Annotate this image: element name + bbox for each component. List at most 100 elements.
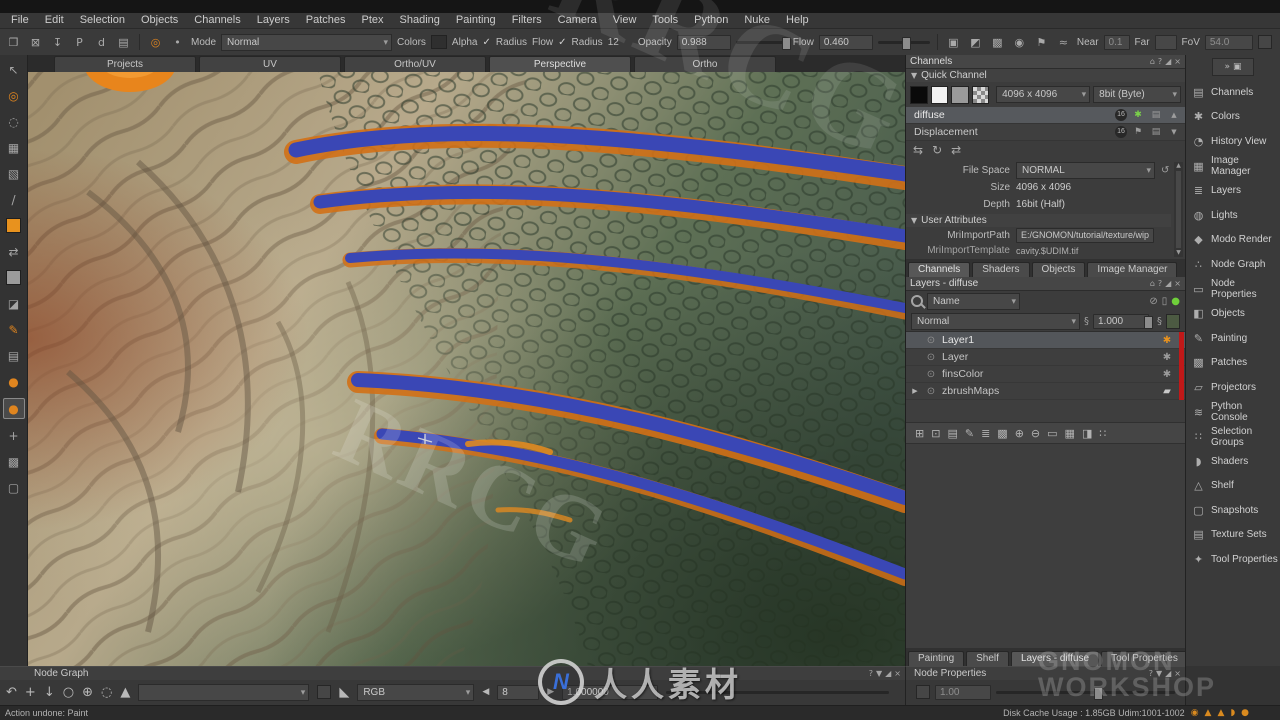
paint-through-tool-icon[interactable]: ▤ xyxy=(4,346,24,365)
buffer-scale-field[interactable] xyxy=(562,684,659,700)
dock-tab-image-manager[interactable]: Image Manager xyxy=(1087,262,1178,277)
visibility-eye-icon[interactable]: ⊙ xyxy=(924,335,938,346)
menu-ptex[interactable]: Ptex xyxy=(354,13,392,28)
panel-close-icon[interactable]: × xyxy=(894,669,901,678)
menu-nuke[interactable]: Nuke xyxy=(736,13,778,28)
rotate-buffer-icon[interactable]: ○ xyxy=(63,685,74,700)
paint-mode-icon[interactable]: d xyxy=(93,34,110,51)
reset-file-space-icon[interactable]: ↺ xyxy=(1161,165,1169,176)
sidebar-item-snapshots[interactable]: ▢ Snapshots xyxy=(1186,498,1280,523)
clear-buffer-icon[interactable]: ◌ xyxy=(101,685,112,700)
swap-channel-icon[interactable]: ⇄ xyxy=(951,143,961,157)
opacity-field[interactable] xyxy=(676,34,731,50)
dock-tab-painting[interactable]: Painting xyxy=(908,651,965,666)
sidebar-item-shaders[interactable]: ◗ Shaders xyxy=(1186,449,1280,474)
node-property-expand-button[interactable] xyxy=(916,685,930,700)
reset-amount-icon[interactable]: § xyxy=(1157,316,1162,327)
panel-detach-icon[interactable]: ◢ xyxy=(1165,57,1171,66)
layer-row-layer[interactable]: ⊙ Layer ✱ xyxy=(906,349,1185,366)
visibility-eye-icon[interactable]: ⊙ xyxy=(924,369,938,380)
sidebar-item-colors[interactable]: ✱ Colors xyxy=(1186,105,1280,130)
panel-close-icon[interactable]: × xyxy=(1174,279,1181,288)
fov-field[interactable] xyxy=(1204,34,1253,50)
menu-layers[interactable]: Layers xyxy=(249,13,298,28)
zoom-target-tool-icon[interactable]: ◎ xyxy=(4,86,24,105)
panel-home-icon[interactable]: ⌂ xyxy=(1150,279,1155,288)
layer-row-zbrushmaps[interactable]: ▶ ⊙ zbrushMaps ▰ xyxy=(906,383,1185,400)
channel-layers-icon[interactable]: ▤ xyxy=(1149,127,1163,137)
brush-tip-icon[interactable]: ● xyxy=(4,372,24,391)
previous-udim-icon[interactable]: ◀ xyxy=(482,687,489,697)
expand-arrow-icon[interactable]: ▶ xyxy=(910,387,920,395)
panel-help-icon[interactable]: ? xyxy=(1158,57,1162,66)
panel-help-icon[interactable]: ? xyxy=(1149,669,1153,678)
flow-field[interactable] xyxy=(818,34,873,50)
panel-detach-icon[interactable]: ◢ xyxy=(885,669,891,678)
swap-colors-icon[interactable]: ⇄ xyxy=(4,242,24,261)
paint-brush-tool-icon[interactable]: ✎ xyxy=(4,320,24,339)
quick-channel-section[interactable]: ▼ Quick Channel xyxy=(906,69,1185,82)
undo-icon[interactable]: ↶ xyxy=(6,685,17,700)
active-paint-tool-icon[interactable]: ● xyxy=(2,398,25,419)
shader-ball-icon[interactable]: ◉ xyxy=(1011,34,1028,51)
next-udim-icon[interactable]: ▶ xyxy=(547,687,554,697)
paint-through-mode-icon[interactable]: ◣ xyxy=(339,685,349,700)
panel-collapse-icon[interactable]: ▼ xyxy=(876,669,882,678)
buffer-scale-slider[interactable] xyxy=(666,690,889,694)
ptex-tool-icon[interactable]: P xyxy=(71,34,88,51)
layer-row-layer1[interactable]: ⊙ Layer1 ✱ xyxy=(906,332,1185,349)
sidebar-item-tool-properties[interactable]: ✦ Tool Properties xyxy=(1186,547,1280,572)
lasso-select-tool-icon[interactable]: ▧ xyxy=(4,164,24,183)
flatten-layer-icon[interactable]: ▭ xyxy=(1047,427,1057,440)
channel-layers-icon[interactable]: ▤ xyxy=(1149,110,1163,120)
sidebar-item-layers[interactable]: ≣ Layers xyxy=(1186,178,1280,203)
filter-column-icon[interactable]: ▯ xyxy=(1162,296,1168,307)
add-mask-icon[interactable]: ▩ xyxy=(997,427,1007,440)
tab-perspective[interactable]: Perspective xyxy=(489,56,631,72)
merge-layers-icon[interactable]: ≣ xyxy=(981,427,990,440)
sidebar-item-shelf[interactable]: △ Shelf xyxy=(1186,474,1280,499)
pin-sidebar-icon[interactable]: ▣ xyxy=(1233,62,1242,72)
sync-channel-icon[interactable]: ↻ xyxy=(932,143,942,157)
paint-blending-dropdown[interactable] xyxy=(138,683,310,701)
menu-shading[interactable]: Shading xyxy=(392,13,448,28)
tab-uv[interactable]: UV xyxy=(199,56,341,72)
sidebar-item-projectors[interactable]: ▱ Projectors xyxy=(1186,375,1280,400)
filter-by-dropdown[interactable]: Name xyxy=(927,292,1020,310)
paint-target-icon[interactable]: ✱ xyxy=(1159,335,1175,346)
sidebar-item-python-console[interactable]: ≋ Python Console xyxy=(1186,400,1280,425)
dock-tab-tool-properties[interactable]: Tool Properties xyxy=(1101,651,1188,666)
channel-row-displacement[interactable]: Displacement 16 ⚑ ▤ ▼ xyxy=(906,124,1185,141)
scroll-down-icon[interactable]: ▼ xyxy=(1176,249,1181,257)
visibility-eye-icon[interactable]: ⊙ xyxy=(924,352,938,363)
sidebar-item-selection-groups[interactable]: ∷ Selection Groups xyxy=(1186,424,1280,449)
add-adjustment-layer-icon[interactable]: ⊡ xyxy=(931,427,940,440)
select-tool-icon[interactable]: ↖ xyxy=(4,60,24,79)
channel-cached-icon[interactable]: ✱ xyxy=(1131,110,1145,120)
transparent-swatch[interactable] xyxy=(971,85,990,104)
tab-ortho[interactable]: Ortho xyxy=(634,56,776,72)
dock-tab-shelf[interactable]: Shelf xyxy=(966,651,1009,666)
transfer-channel-icon[interactable]: ⇆ xyxy=(913,143,923,157)
panel-collapse-icon[interactable]: ▼ xyxy=(1156,669,1162,678)
menu-tools[interactable]: Tools xyxy=(644,13,686,28)
scroll-up-icon[interactable]: ▲ xyxy=(1167,111,1181,119)
node-value-field[interactable] xyxy=(935,684,991,700)
flow-slider[interactable] xyxy=(877,36,930,50)
sidebar-item-image-manager[interactable]: ▦ Image Manager xyxy=(1186,154,1280,179)
new-project-icon[interactable]: ❐ xyxy=(5,34,22,51)
menu-view[interactable]: View xyxy=(605,13,645,28)
save-project-icon[interactable]: ↧ xyxy=(49,34,66,51)
tab-ortho-uv[interactable]: Ortho/UV xyxy=(344,56,486,72)
file-space-dropdown[interactable]: NORMAL xyxy=(1016,162,1155,179)
panel-help-icon[interactable]: ? xyxy=(1158,279,1162,288)
paint-mode-dropdown[interactable]: Normal xyxy=(221,33,393,51)
paint-target-icon[interactable]: ✱ xyxy=(1159,352,1175,363)
bake-behavior-icon[interactable]: ▲ xyxy=(120,685,130,700)
dock-tab-shaders[interactable]: Shaders xyxy=(972,262,1030,277)
colorspace-dropdown[interactable]: RGB xyxy=(357,683,475,701)
filter-active-indicator-icon[interactable]: ● xyxy=(1171,296,1180,307)
menu-python[interactable]: Python xyxy=(686,13,736,28)
slice-tool-icon[interactable]: / xyxy=(4,190,24,209)
udim-frame-field[interactable] xyxy=(497,684,540,700)
